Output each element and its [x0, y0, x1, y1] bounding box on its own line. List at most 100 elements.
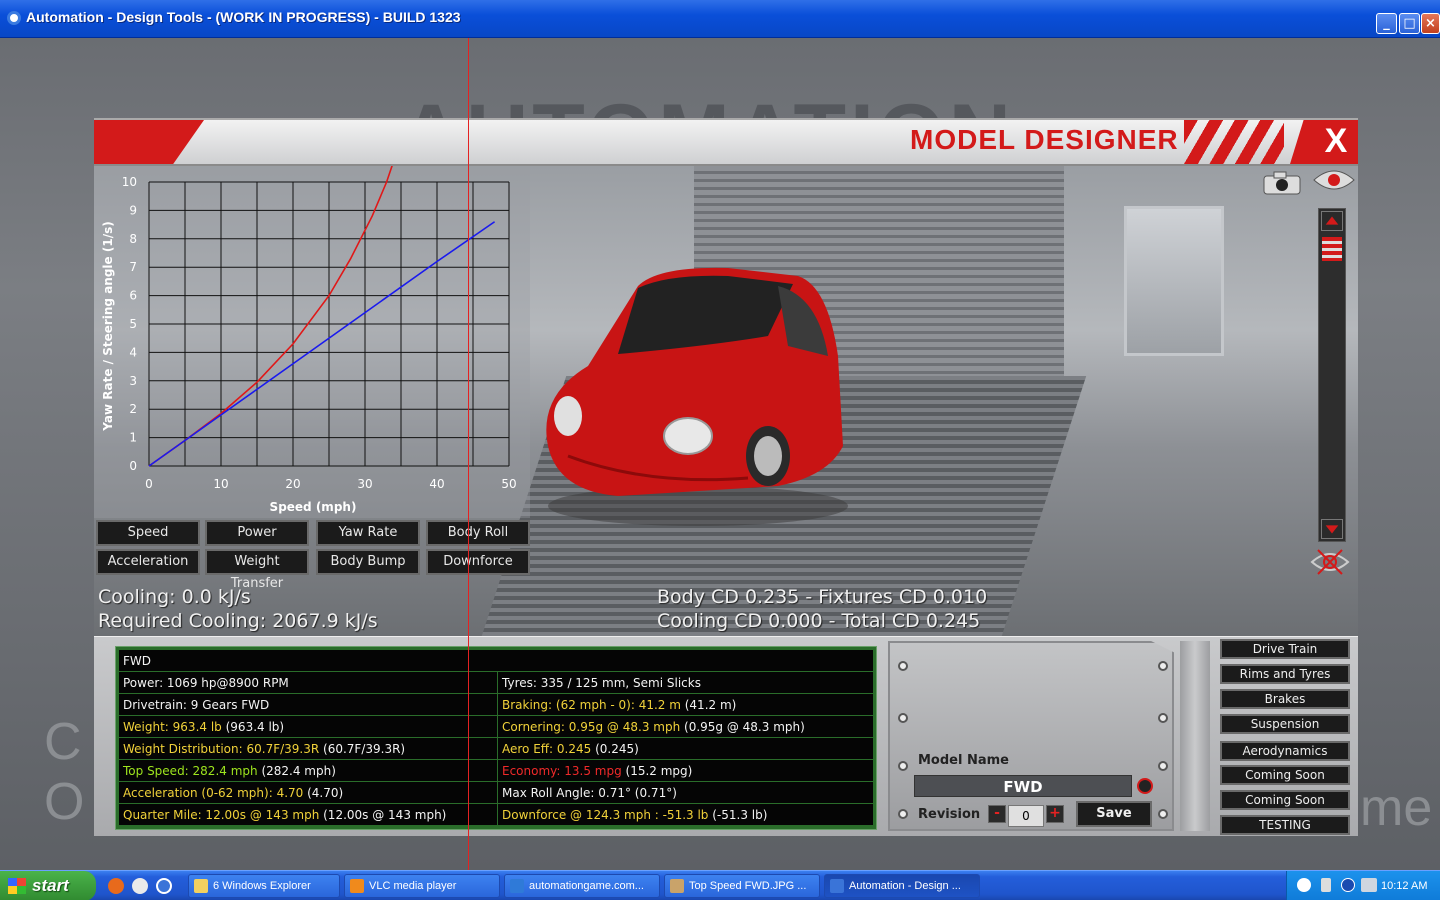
- start-button[interactable]: start: [0, 871, 96, 900]
- stat-value: Drivetrain: 9 Gears FWD: [123, 698, 270, 712]
- graph-button-acceleration[interactable]: Acceleration: [96, 549, 200, 575]
- taskbar-task[interactable]: Automation - Design ...: [824, 874, 980, 898]
- taskbar-task[interactable]: 6 Windows Explorer: [188, 874, 340, 898]
- menu-suspension[interactable]: Suspension: [1220, 714, 1350, 734]
- stat-value: Weight Distribution: 60.7F/39.3R: [123, 742, 320, 756]
- menu-aerodynamics[interactable]: Aerodynamics: [1220, 741, 1350, 761]
- yaw-rate-chart: 0 10 20 30 40 50 0 1 2 3 4 5 6 7 8 9 10 Speed (mph) Yaw …: [94, 166, 530, 518]
- stat-cell-left: Drivetrain: 9 Gears FWD: [121, 694, 495, 716]
- menu-rims-and-tyres[interactable]: Rims and Tyres: [1220, 664, 1350, 684]
- help-icon[interactable]: [1297, 878, 1311, 892]
- app-icon: [7, 11, 21, 25]
- stat-cell-right: Braking: (62 mph - 0): 41.2 m (41.2 m): [497, 694, 873, 716]
- x-tick-label: 0: [145, 477, 153, 491]
- stat-value: Acceleration (0-62 mph): 4.70: [123, 786, 304, 800]
- stats-header: FWD: [123, 654, 152, 668]
- menu-brakes[interactable]: Brakes: [1220, 689, 1350, 709]
- y-tick-label: 8: [129, 232, 137, 246]
- stat-base-value: (0.245): [591, 742, 639, 756]
- stat-cell-left: Power: 1069 hp@8900 RPM: [121, 672, 495, 694]
- task-app-icon: [350, 879, 364, 893]
- browser-icon[interactable]: [132, 878, 148, 894]
- scroll-up-icon[interactable]: [1321, 211, 1343, 231]
- stat-cell-left: Quarter Mile: 12.00s @ 143 mph (12.00s @…: [121, 804, 495, 826]
- graph-button-power[interactable]: Power: [205, 520, 309, 546]
- taskbar-task[interactable]: automationgame.com...: [504, 874, 660, 898]
- cooling-readout: Cooling: 0.0 kJ/s: [98, 586, 251, 608]
- y-tick-label: 0: [129, 459, 137, 473]
- stat-value: Braking: (62 mph - 0): 41.2 m: [502, 698, 681, 712]
- y-tick-label: 4: [129, 345, 137, 359]
- graph-button-speed[interactable]: Speed: [96, 520, 200, 546]
- graph-button-yaw-rate[interactable]: Yaw Rate: [316, 520, 420, 546]
- x-tick-label: 10: [213, 477, 228, 491]
- stat-value: Aero Eff: 0.245: [502, 742, 592, 756]
- stats-row: Power: 1069 hp@8900 RPM Tyres: 335 / 125 …: [119, 672, 873, 694]
- panel-grip: [1180, 641, 1210, 831]
- maximize-button[interactable]: □: [1399, 13, 1420, 34]
- revision-increment-button[interactable]: +: [1046, 805, 1064, 823]
- cursor-guide-line: [468, 38, 469, 870]
- designer-side-menu: Drive Train Rims and Tyres Brakes Suspensio…: [1214, 637, 1358, 837]
- stat-value: Top Speed: 282.4 mph: [123, 764, 258, 778]
- stat-value: Downforce @ 124.3 mph : -51.3 lb: [502, 808, 709, 822]
- reset-view-icon[interactable]: [1310, 546, 1350, 578]
- task-label: VLC media player: [369, 880, 457, 892]
- taskbar-task[interactable]: VLC media player: [344, 874, 500, 898]
- menu-coming-soon[interactable]: Coming Soon: [1220, 790, 1350, 810]
- close-window-button[interactable]: ×: [1421, 13, 1440, 34]
- task-label: 6 Windows Explorer: [213, 880, 311, 892]
- minimize-button[interactable]: _: [1376, 13, 1397, 34]
- stat-base-value: (0.95g @ 48.3 mph): [680, 720, 805, 734]
- eye-icon[interactable]: [1312, 166, 1356, 194]
- network-icon[interactable]: [1361, 878, 1377, 892]
- y-tick-label: 10: [122, 175, 137, 189]
- window-title-bar[interactable]: Automation - Design Tools - (WORK IN PRO…: [0, 0, 1440, 38]
- media-icon[interactable]: [156, 878, 172, 894]
- car-viewport[interactable]: 0 10 20 30 40 50 0 1 2 3 4 5 6 7 8 9 10 Speed (mph) Yaw …: [94, 166, 1358, 636]
- model-name-input[interactable]: FWD: [914, 775, 1132, 797]
- rivet: [1158, 661, 1168, 671]
- stat-value: Cornering: 0.95g @ 48.3 mph: [502, 720, 681, 734]
- x-tick-label: 20: [285, 477, 300, 491]
- firefox-icon[interactable]: [108, 878, 124, 894]
- menu-drive-train[interactable]: Drive Train: [1220, 639, 1350, 659]
- volume-icon[interactable]: [1321, 878, 1331, 892]
- y-tick-label: 9: [129, 203, 137, 217]
- rivet: [1158, 761, 1168, 771]
- refresh-name-icon[interactable]: [1136, 777, 1154, 795]
- background-left-text: C O: [44, 712, 84, 832]
- garage-door: [1124, 206, 1224, 356]
- revision-decrement-button[interactable]: -: [988, 805, 1006, 823]
- rivet: [898, 761, 908, 771]
- car-model[interactable]: [528, 246, 858, 536]
- required-cooling-readout: Required Cooling: 2067.9 kJ/s: [98, 610, 378, 632]
- scroll-down-icon[interactable]: [1321, 519, 1343, 539]
- stat-value: Quarter Mile: 12.00s @ 143 mph: [123, 808, 320, 822]
- menu-testing[interactable]: TESTING: [1220, 815, 1350, 835]
- stats-row: Weight: 963.4 lb (963.4 lb) Cornering: 0.…: [119, 716, 873, 738]
- task-app-icon: [194, 879, 208, 893]
- graph-button-body-bump[interactable]: Body Bump: [316, 549, 420, 575]
- save-button[interactable]: Save: [1076, 801, 1152, 827]
- taskbar-task[interactable]: Top Speed FWD.JPG ...: [664, 874, 820, 898]
- scroll-thumb[interactable]: [1322, 237, 1342, 261]
- cooling-cd-readout: Cooling CD 0.000 - Total CD 0.245: [657, 610, 981, 632]
- graph-button-weight-transfer[interactable]: Weight Transfer: [205, 549, 309, 591]
- zoom-scrollbar[interactable]: [1318, 208, 1346, 542]
- stats-row: Quarter Mile: 12.00s @ 143 mph (12.00s @…: [119, 804, 873, 826]
- y-tick-label: 3: [129, 374, 137, 388]
- collapse-tray-icon[interactable]: [1341, 878, 1355, 892]
- stat-base-value: (12.00s @ 143 mph): [319, 808, 447, 822]
- graph-button-downforce[interactable]: Downforce: [426, 549, 530, 575]
- x-tick-label: 40: [429, 477, 444, 491]
- stat-cell-left: Top Speed: 282.4 mph (282.4 mph): [121, 760, 495, 782]
- system-tray: 10:12 AM: [1286, 871, 1440, 900]
- graph-button-body-roll[interactable]: Body Roll: [426, 520, 530, 546]
- close-designer-button[interactable]: X: [1318, 122, 1354, 160]
- camera-icon[interactable]: [1260, 170, 1304, 196]
- menu-coming-soon[interactable]: Coming Soon: [1220, 765, 1350, 785]
- x-tick-label: 30: [357, 477, 372, 491]
- rivet: [898, 809, 908, 819]
- stats-row: Drivetrain: 9 Gears FWD Braking: (62 mph …: [119, 694, 873, 716]
